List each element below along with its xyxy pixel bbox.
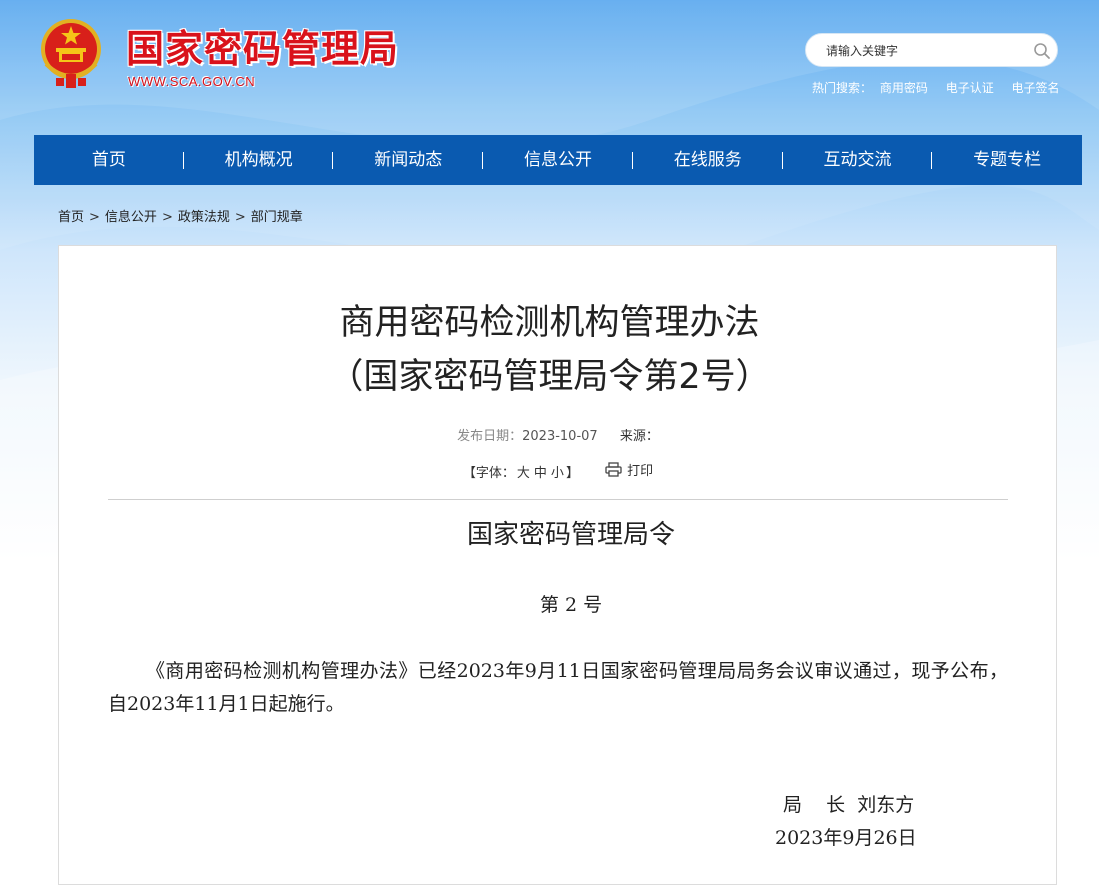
- nav-item-home[interactable]: 首页: [34, 135, 184, 185]
- publish-date: 2023-10-07: [522, 429, 598, 444]
- nav-item-special-topics[interactable]: 专题专栏: [932, 135, 1082, 185]
- printer-icon: [605, 462, 622, 477]
- nav-item-news[interactable]: 新闻动态: [333, 135, 483, 185]
- breadcrumb-home[interactable]: 首页: [58, 210, 84, 225]
- breadcrumb-separator: >: [161, 210, 173, 225]
- print-button[interactable]: 打印: [605, 460, 653, 479]
- decree-number: 第 2 号: [539, 594, 603, 616]
- main-nav: 首页 机构概况 新闻动态 信息公开 在线服务 互动交流 专题专栏: [34, 135, 1082, 185]
- signer: 局 长 刘东方: [783, 794, 915, 816]
- font-size-label-close: 】: [565, 466, 579, 481]
- site-title[interactable]: 国家密码管理局: [126, 18, 399, 73]
- font-size-small[interactable]: 小: [551, 466, 564, 481]
- breadcrumb-dept-rules[interactable]: 部门规章: [251, 210, 303, 225]
- article-title: 商用密码检测机构管理办法 （国家密码管理局令第2号）: [0, 296, 1099, 404]
- print-label: 打印: [627, 464, 654, 479]
- breadcrumb-separator: >: [234, 210, 246, 225]
- hot-link-e-certification[interactable]: 电子认证: [946, 81, 994, 95]
- font-size-large[interactable]: 大: [517, 466, 530, 481]
- nav-item-info-disclosure[interactable]: 信息公开: [483, 135, 633, 185]
- font-print-bar: 【字体：大中小】 打印: [0, 460, 1099, 481]
- search-box: [805, 33, 1058, 67]
- publish-date-label: 发布日期：: [457, 429, 523, 444]
- site-url[interactable]: WWW.SCA.GOV.CN: [128, 74, 255, 89]
- article-title-line1: 商用密码检测机构管理办法: [339, 303, 760, 343]
- title-divider: [108, 499, 1008, 500]
- nav-item-about[interactable]: 机构概况: [184, 135, 334, 185]
- nav-item-online-service[interactable]: 在线服务: [633, 135, 783, 185]
- breadcrumb: 首页 > 信息公开 > 政策法规 > 部门规章: [58, 206, 303, 225]
- font-size-medium[interactable]: 中: [534, 466, 547, 481]
- hot-link-e-signature[interactable]: 电子签名: [1012, 81, 1060, 95]
- breadcrumb-info-disclosure[interactable]: 信息公开: [105, 210, 157, 225]
- search-icon[interactable]: [1033, 42, 1051, 60]
- nav-item-interaction[interactable]: 互动交流: [783, 135, 933, 185]
- decree-title: 国家密码管理局令: [466, 520, 675, 550]
- sign-date: 2023年9月26日: [775, 827, 917, 849]
- article-title-line2: （国家密码管理局令第2号）: [328, 357, 771, 397]
- breadcrumb-separator: >: [89, 210, 100, 225]
- hot-link-commercial-crypto[interactable]: 商用密码: [880, 81, 928, 95]
- article-meta: 发布日期：2023-10-07 来源：: [0, 425, 1099, 444]
- breadcrumb-policies[interactable]: 政策法规: [178, 210, 230, 225]
- hot-search: 热门搜索： 商用密码 电子认证 电子签名: [812, 79, 1074, 96]
- source-label: 来源：: [619, 429, 659, 444]
- article-body: 《商用密码检测机构管理办法》已经2023年9月11日国家密码管理局局务会议审议通…: [108, 660, 1008, 715]
- hot-search-label: 热门搜索：: [812, 81, 873, 95]
- font-size-label-open: 【字体：: [462, 466, 515, 481]
- national-emblem-icon: [41, 19, 101, 88]
- search-input[interactable]: [824, 41, 1028, 61]
